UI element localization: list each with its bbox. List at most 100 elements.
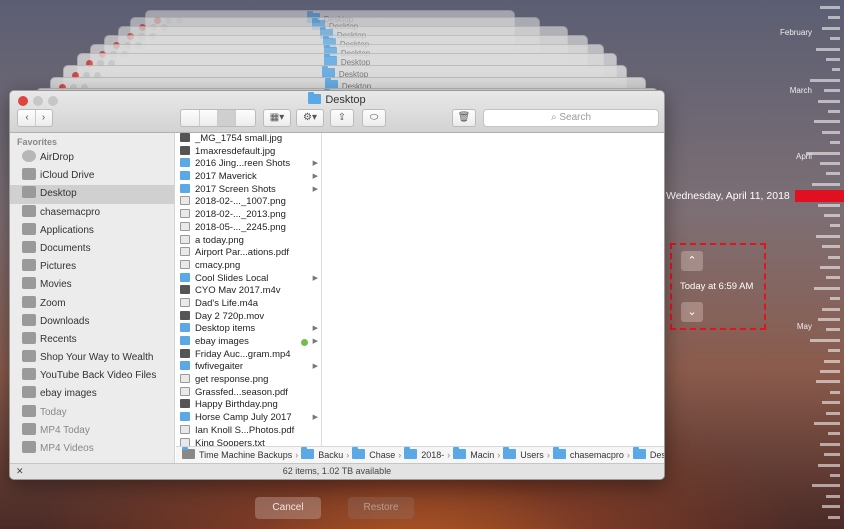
timeline-tick[interactable] bbox=[810, 338, 840, 342]
older-backup-button[interactable]: ⌃ bbox=[681, 251, 703, 271]
timeline-tick[interactable] bbox=[812, 182, 840, 186]
file-row[interactable]: 2017 Maverick ▶ bbox=[176, 171, 321, 184]
timeline-tick[interactable] bbox=[820, 442, 840, 446]
timeline-tick[interactable] bbox=[828, 515, 840, 519]
sidebar-item-ebay-images[interactable]: ebay images bbox=[10, 385, 174, 403]
sidebar-item-downloads[interactable]: Downloads bbox=[10, 313, 174, 331]
file-row[interactable]: Desktop items ▶ bbox=[176, 323, 321, 336]
timeline-tick[interactable] bbox=[810, 78, 840, 82]
timeline-tick[interactable] bbox=[828, 349, 840, 353]
file-row[interactable]: Airport Par...ations.pdf bbox=[176, 247, 321, 260]
timeline-tick[interactable] bbox=[818, 99, 840, 103]
timeline-tick[interactable] bbox=[828, 432, 840, 436]
sidebar-item-youtube-back-video-files[interactable]: YouTube Back Video Files bbox=[10, 367, 174, 385]
search-field[interactable]: ⌕ Search bbox=[483, 109, 659, 127]
timeline-tick[interactable] bbox=[820, 370, 840, 373]
timeline-tick[interactable] bbox=[830, 141, 840, 145]
timeline-tick[interactable] bbox=[818, 203, 840, 207]
path-segment[interactable]: Users bbox=[520, 450, 544, 460]
action-button[interactable]: ⚙▾ bbox=[296, 109, 324, 127]
file-row[interactable]: Happy Birthday.png bbox=[176, 399, 321, 412]
timeline-tick[interactable] bbox=[816, 234, 840, 238]
timeline-tick[interactable] bbox=[814, 286, 840, 290]
timeline-tick[interactable] bbox=[828, 16, 840, 20]
timeline-tick[interactable] bbox=[830, 37, 840, 41]
back-forward-buttons[interactable]: ‹ › bbox=[17, 109, 53, 127]
gallery-view-icon[interactable] bbox=[236, 110, 254, 126]
file-row[interactable]: a today.png bbox=[176, 234, 321, 248]
share-button[interactable]: ⇪ bbox=[330, 109, 354, 127]
sidebar-item-airdrop[interactable]: AirDrop bbox=[10, 149, 174, 167]
file-row[interactable]: 2016 Jing...reen Shots ▶ bbox=[176, 158, 321, 171]
view-mode-buttons[interactable] bbox=[180, 109, 256, 127]
sidebar-item-zoom[interactable]: Zoom bbox=[10, 295, 174, 313]
timeline-tick[interactable] bbox=[822, 505, 840, 509]
sidebar-item-chasemacpro[interactable]: chasemacpro bbox=[10, 204, 174, 222]
file-row[interactable]: 2017 Screen Shots ▶ bbox=[176, 183, 321, 197]
timeline-tick[interactable] bbox=[832, 68, 840, 72]
newer-backup-button[interactable]: ⌄ bbox=[681, 302, 703, 322]
timeline-tick[interactable] bbox=[822, 401, 840, 405]
timeline-tick[interactable] bbox=[814, 422, 840, 425]
timeline-tick[interactable] bbox=[812, 484, 840, 488]
timeline-tick[interactable] bbox=[822, 307, 840, 311]
sidebar-item-mp4-videos[interactable]: MP4 Videos bbox=[10, 440, 174, 458]
timeline-tick[interactable] bbox=[828, 110, 840, 113]
timeline-tick[interactable] bbox=[818, 318, 840, 321]
group-button[interactable]: ▦▾ bbox=[263, 109, 291, 127]
path-segment[interactable]: Chase bbox=[369, 450, 395, 460]
sidebar-item-movies[interactable]: Movies bbox=[10, 276, 174, 294]
timeline-tick[interactable] bbox=[816, 47, 840, 51]
forward-button[interactable]: › bbox=[35, 110, 51, 126]
sidebar-item-icloud-drive[interactable]: iCloud Drive bbox=[10, 167, 174, 185]
timeline-tick[interactable] bbox=[826, 411, 840, 415]
file-row[interactable]: cmacy.png bbox=[176, 259, 321, 273]
timeline-tick[interactable] bbox=[818, 463, 840, 467]
sidebar-item-pictures[interactable]: Pictures bbox=[10, 258, 174, 276]
timeline-tick[interactable] bbox=[830, 224, 840, 228]
restore-button[interactable]: Restore bbox=[348, 497, 414, 519]
file-row[interactable]: Day 2 720p.mov bbox=[176, 310, 321, 324]
file-row[interactable]: Cool Slides Local ▶ bbox=[176, 272, 321, 286]
timeline-tick[interactable] bbox=[828, 255, 840, 259]
timeline-tick[interactable] bbox=[822, 245, 840, 249]
file-row[interactable]: get response.png bbox=[176, 374, 321, 387]
file-row[interactable]: Dad's Life.m4a bbox=[176, 297, 321, 311]
path-segment[interactable]: 2018- bbox=[421, 450, 444, 460]
file-row[interactable]: _MG_1754 small.jpg bbox=[176, 133, 321, 146]
timeline-tick[interactable] bbox=[822, 130, 840, 134]
file-row[interactable]: 2018-05-..._2245.png bbox=[176, 221, 321, 235]
sidebar-item-shop-your-way-to-wealth[interactable]: Shop Your Way to Wealth bbox=[10, 349, 174, 367]
delete-button[interactable]: 🗑 bbox=[452, 109, 476, 127]
timeline-tick[interactable] bbox=[826, 172, 840, 176]
timeline-tick[interactable] bbox=[824, 359, 840, 363]
timeline-tick[interactable] bbox=[824, 214, 840, 217]
sidebar-item-desktop[interactable]: Desktop bbox=[10, 185, 174, 204]
timeline-tick[interactable] bbox=[826, 276, 840, 280]
file-row[interactable]: CYO Mav 2017.m4v bbox=[176, 285, 321, 298]
list-view-icon[interactable] bbox=[200, 110, 218, 126]
file-row[interactable]: Friday Auc...gram.mp4 bbox=[176, 348, 321, 362]
file-row[interactable]: 2018-02-..._2013.png bbox=[176, 209, 321, 222]
path-segment[interactable]: Desktop bbox=[650, 450, 664, 460]
sidebar-item-today[interactable]: Today bbox=[10, 404, 174, 422]
timeline[interactable]: February March April May bbox=[780, 0, 844, 529]
file-row[interactable]: Grassfed...season.pdf bbox=[176, 386, 321, 400]
timeline-tick[interactable] bbox=[820, 266, 840, 269]
timeline-tick[interactable] bbox=[820, 162, 840, 165]
timeline-tick[interactable] bbox=[830, 390, 840, 394]
timeline-tick[interactable] bbox=[826, 328, 840, 332]
sidebar-item-documents[interactable]: Documents bbox=[10, 240, 174, 258]
back-button[interactable]: ‹ bbox=[19, 110, 35, 126]
timeline-tick[interactable] bbox=[822, 26, 840, 30]
file-row[interactable]: Ian Knoll S...Photos.pdf bbox=[176, 424, 321, 438]
cancel-button[interactable]: Cancel bbox=[255, 497, 321, 519]
file-row[interactable]: Horse Camp July 2017 ▶ bbox=[176, 412, 321, 425]
timeline-tick[interactable] bbox=[824, 453, 840, 457]
path-segment[interactable]: Backu bbox=[318, 450, 343, 460]
path-segment[interactable]: chasemacpro bbox=[570, 450, 624, 460]
timeline-tick[interactable] bbox=[824, 89, 840, 93]
timeline-tick[interactable] bbox=[826, 494, 840, 498]
file-row[interactable]: ebay images ▶ bbox=[176, 336, 321, 349]
timeline-tick[interactable] bbox=[820, 6, 840, 9]
